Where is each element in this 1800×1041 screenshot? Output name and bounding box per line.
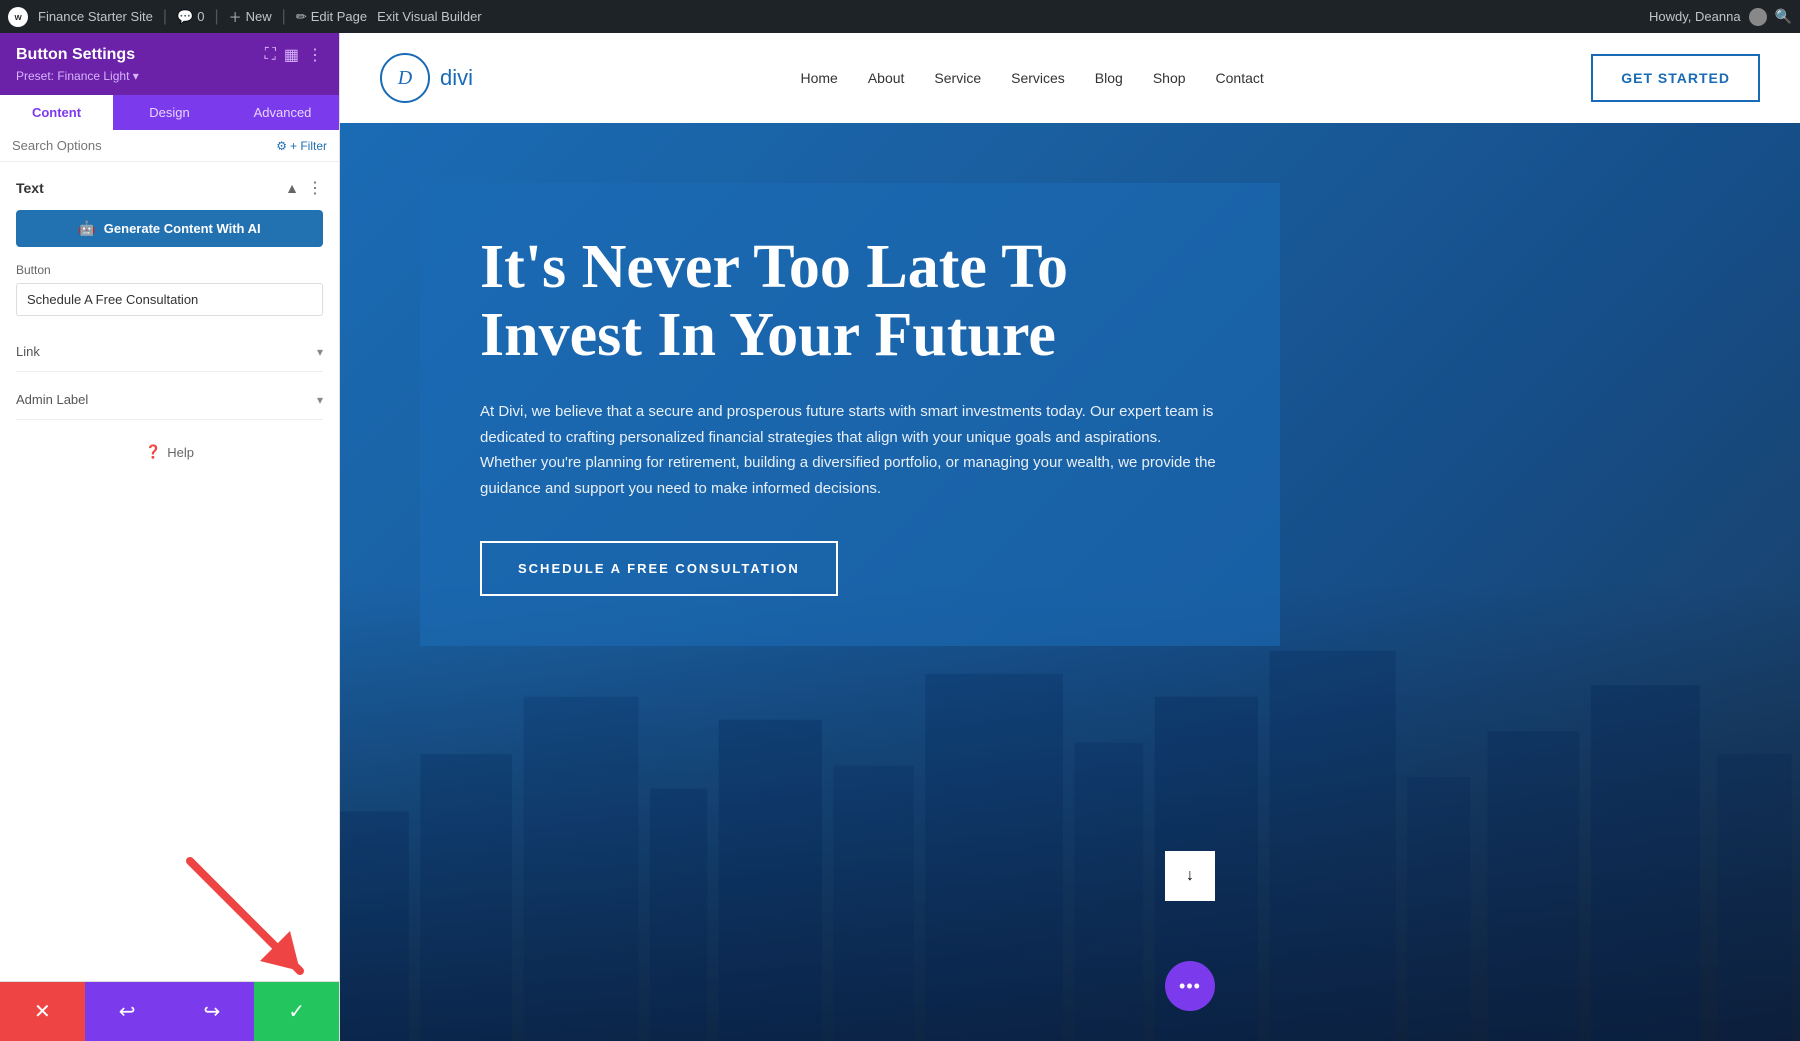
link-section: Link ▾: [16, 332, 323, 372]
link-section-title: Link: [16, 344, 40, 359]
filter-button[interactable]: ⚙ + Filter: [276, 139, 327, 153]
button-text-input[interactable]: [16, 283, 323, 316]
site-logo: D divi: [380, 53, 473, 103]
admin-label-section-header[interactable]: Admin Label ▾: [16, 380, 323, 419]
nav-about[interactable]: About: [868, 70, 905, 86]
panel-content: Text ▲ ⋮ 🤖 Generate Content With AI Butt…: [0, 162, 339, 981]
admin-bar: W Finance Starter Site | 💬 0 | ＋ New | ✏…: [0, 0, 1800, 33]
nav-contact[interactable]: Contact: [1216, 70, 1264, 86]
hero-title: It's Never Too Late To Invest In Your Fu…: [480, 233, 1220, 369]
hero-section: It's Never Too Late To Invest In Your Fu…: [340, 123, 1800, 1041]
panel-title-row: Button Settings ⛶ ▦ ⋮: [16, 45, 323, 65]
fullscreen-icon[interactable]: ⛶: [265, 46, 276, 64]
svg-text:W: W: [15, 12, 23, 21]
section-more-button[interactable]: ⋮: [307, 178, 323, 198]
admin-label-section: Admin Label ▾: [16, 380, 323, 420]
purple-dots-button[interactable]: •••: [1165, 961, 1215, 1011]
panel-bottom: ✕ ↩ ↪ ✓: [0, 981, 339, 1041]
logo-name: divi: [440, 65, 473, 91]
pencil-icon: ✏: [296, 9, 307, 25]
new-link[interactable]: ＋ New: [229, 7, 272, 26]
tab-content[interactable]: Content: [0, 95, 113, 130]
hero-description: At Divi, we believe that a secure and pr…: [480, 399, 1220, 501]
tab-design[interactable]: Design: [113, 95, 226, 130]
chevron-down-icon-2: ▾: [317, 393, 323, 407]
dots-icon: •••: [1179, 976, 1201, 997]
comments-link[interactable]: 💬 0: [177, 9, 204, 25]
collapse-button[interactable]: ▲: [285, 180, 299, 196]
nav-home[interactable]: Home: [800, 70, 837, 86]
generate-ai-button[interactable]: 🤖 Generate Content With AI: [16, 210, 323, 247]
search-input[interactable]: [12, 138, 268, 153]
panel-preset[interactable]: Preset: Finance Light ▾: [16, 69, 323, 83]
text-section-header: Text ▲ ⋮: [16, 178, 323, 198]
columns-icon[interactable]: ▦: [284, 45, 299, 65]
hero-cta-button[interactable]: SCHEDULE A FREE CONSULTATION: [480, 541, 838, 596]
wordpress-logo[interactable]: W: [8, 7, 28, 27]
logo-circle: D: [380, 53, 430, 103]
panel-title: Button Settings: [16, 46, 135, 64]
panel-search: ⚙ + Filter: [0, 130, 339, 162]
arrow-down-icon: ↓: [1186, 867, 1194, 885]
panel-icons: ⛶ ▦ ⋮: [265, 45, 323, 65]
ai-icon: 🤖: [78, 220, 95, 237]
tab-advanced[interactable]: Advanced: [226, 95, 339, 130]
cancel-button[interactable]: ✕: [0, 982, 85, 1041]
site-nav: D divi Home About Service Services Blog …: [340, 33, 1800, 123]
howdy-text: Howdy, Deanna: [1649, 9, 1741, 24]
filter-icon: ⚙: [276, 139, 287, 153]
link-section-header[interactable]: Link ▾: [16, 332, 323, 371]
plus-icon: ＋: [229, 7, 242, 26]
right-content: D divi Home About Service Services Blog …: [340, 33, 1800, 1041]
save-button[interactable]: ✓: [254, 982, 339, 1041]
more-options-icon[interactable]: ⋮: [307, 45, 323, 65]
buildings-decoration: [340, 582, 1800, 1041]
chevron-down-icon: ▾: [317, 345, 323, 359]
nav-service[interactable]: Service: [934, 70, 981, 86]
help-icon: ❓: [145, 444, 161, 460]
section-controls: ▲ ⋮: [285, 178, 323, 198]
nav-blog[interactable]: Blog: [1095, 70, 1123, 86]
panel-tabs: Content Design Advanced: [0, 95, 339, 130]
exit-builder-link[interactable]: Exit Visual Builder: [377, 9, 482, 24]
get-started-button[interactable]: GET STARTED: [1591, 54, 1760, 102]
nav-shop[interactable]: Shop: [1153, 70, 1186, 86]
panel-header: Button Settings ⛶ ▦ ⋮ Preset: Finance Li…: [0, 33, 339, 95]
admin-bar-right: Howdy, Deanna 🔍: [1649, 8, 1792, 26]
help-section[interactable]: ❓ Help: [16, 428, 323, 476]
comments-icon: 💬: [177, 9, 193, 25]
nav-links: Home About Service Services Blog Shop Co…: [800, 70, 1263, 86]
main-container: Button Settings ⛶ ▦ ⋮ Preset: Finance Li…: [0, 33, 1800, 1041]
undo-button[interactable]: ↩: [85, 982, 170, 1041]
scroll-down-button[interactable]: ↓: [1165, 851, 1215, 901]
user-avatar[interactable]: [1749, 8, 1767, 26]
edit-page-link[interactable]: ✏ Edit Page: [296, 9, 367, 25]
search-icon[interactable]: 🔍: [1775, 8, 1792, 25]
left-panel: Button Settings ⛶ ▦ ⋮ Preset: Finance Li…: [0, 33, 340, 1041]
site-name-link[interactable]: Finance Starter Site: [38, 9, 153, 24]
admin-label-title: Admin Label: [16, 392, 88, 407]
button-input-label: Button: [16, 263, 323, 277]
button-input-group: Button: [16, 263, 323, 316]
text-section-title: Text: [16, 180, 44, 196]
hero-content: It's Never Too Late To Invest In Your Fu…: [420, 183, 1280, 646]
redo-button[interactable]: ↪: [170, 982, 255, 1041]
admin-bar-left: W Finance Starter Site | 💬 0 | ＋ New | ✏…: [8, 7, 1637, 27]
nav-services[interactable]: Services: [1011, 70, 1065, 86]
website-preview: D divi Home About Service Services Blog …: [340, 33, 1800, 1041]
